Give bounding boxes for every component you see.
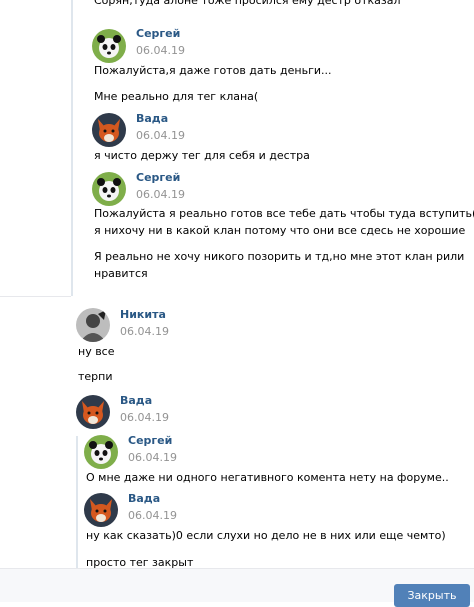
message-text: ну все (78, 345, 115, 358)
author-name[interactable]: Сергей (128, 434, 172, 447)
message-text: Пожалуйста я реально готов все тебе дать… (94, 207, 474, 220)
avatar-grayscale[interactable] (76, 308, 110, 342)
fox-icon (92, 113, 126, 147)
author-name[interactable]: Вада (136, 112, 168, 125)
message-text: Пожалуйста,я даже готов дать деньги... (94, 64, 332, 77)
message-text: Мне реально для тег клана( (94, 90, 259, 103)
message-text: Я реально не хочу никого позорить и тд,н… (94, 250, 465, 263)
message-text: нравится (94, 267, 148, 280)
message-text: Сорян,туда алоне тоже просился ему дестр… (94, 0, 401, 7)
message-date[interactable]: 06.04.19 (136, 44, 185, 57)
avatar-fox[interactable] (76, 395, 110, 429)
message-date[interactable]: 06.04.19 (120, 411, 169, 424)
fox-icon (76, 395, 110, 429)
author-name[interactable]: Вада (128, 492, 160, 505)
avatar-fox[interactable] (84, 493, 118, 527)
close-button[interactable]: Закрыть (394, 584, 470, 607)
quote-bar-inner (76, 436, 78, 568)
message-date[interactable]: 06.04.19 (136, 129, 185, 142)
message-text: я чисто держу тег для себя и дестра (94, 149, 310, 162)
message-text: О мне даже ни одного негативного комента… (86, 471, 449, 484)
message-date[interactable]: 06.04.19 (136, 188, 185, 201)
avatar-panda[interactable] (92, 172, 126, 206)
author-name[interactable]: Никита (120, 308, 166, 321)
quote-bar-outer (71, 0, 73, 296)
message-text: ну как сказать)0 если слухи но дело не в… (86, 529, 446, 542)
author-name[interactable]: Сергей (136, 171, 180, 184)
avatar-panda[interactable] (84, 435, 118, 469)
panda-icon (92, 172, 126, 206)
author-name[interactable]: Вада (120, 394, 152, 407)
divider (0, 296, 71, 297)
user-photo-icon (76, 308, 110, 342)
avatar-panda[interactable] (92, 29, 126, 63)
fox-icon (84, 493, 118, 527)
panda-icon (92, 29, 126, 63)
message-text: я нихочу ни в какой клан потому что они … (94, 224, 466, 237)
message-date[interactable]: 06.04.19 (120, 325, 169, 338)
message-date[interactable]: 06.04.19 (128, 509, 177, 522)
message-date[interactable]: 06.04.19 (128, 451, 177, 464)
avatar-fox[interactable] (92, 113, 126, 147)
author-name[interactable]: Сергей (136, 27, 180, 40)
message-text: терпи (78, 370, 113, 383)
panda-icon (84, 435, 118, 469)
